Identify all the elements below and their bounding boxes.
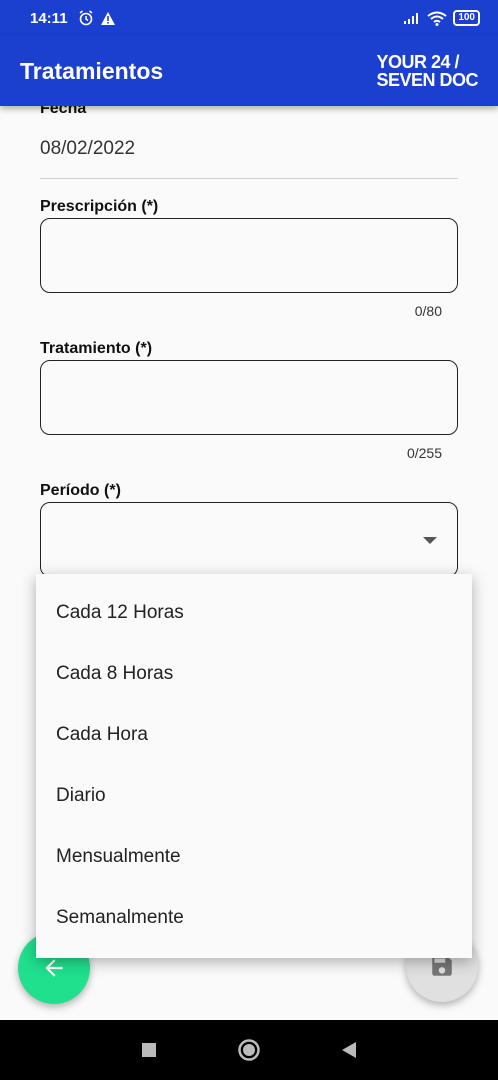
dropdown-option-cada-12-horas[interactable]: Cada 12 Horas xyxy=(36,582,472,643)
square-icon[interactable] xyxy=(141,1042,157,1058)
prescription-input[interactable] xyxy=(40,218,458,293)
app-bar: Tratamientos YOUR 24 / SEVEN DOC xyxy=(0,36,498,106)
dropdown-option-mensualmente[interactable]: Mensualmente xyxy=(36,826,472,887)
dropdown-option-cada-hora[interactable]: Cada Hora xyxy=(36,704,472,765)
treatment-counter: 0/255 xyxy=(406,445,442,461)
signal-icon xyxy=(404,13,419,24)
date-underline xyxy=(40,178,458,179)
warning-icon xyxy=(100,11,115,25)
page-title: Tratamientos xyxy=(20,57,164,84)
status-time: 14:11 xyxy=(30,9,68,27)
alarm-icon xyxy=(79,10,93,26)
period-dropdown-menu: Cada 12 Horas Cada 8 Horas Cada Hora Dia… xyxy=(36,574,472,958)
caret-down-icon[interactable] xyxy=(423,537,437,544)
dropdown-option-diario[interactable]: Diario xyxy=(36,765,472,826)
dropdown-option-cada-8-horas[interactable]: Cada 8 Horas xyxy=(36,643,472,704)
dropdown-option-semanalmente[interactable]: Semanalmente xyxy=(36,887,472,948)
triangle-back-icon[interactable] xyxy=(341,1041,357,1059)
system-nav-bar xyxy=(0,1020,498,1080)
prescription-label: Prescripción (*) xyxy=(40,198,159,215)
brand-logo: YOUR 24 / SEVEN DOC xyxy=(376,53,478,89)
treatment-input[interactable] xyxy=(40,360,458,435)
battery-icon: 100 xyxy=(453,10,480,26)
treatment-label: Tratamiento (*) xyxy=(40,340,153,357)
period-select[interactable] xyxy=(40,502,458,577)
wifi-icon xyxy=(427,11,447,26)
logo-line-1: YOUR 24 / xyxy=(376,52,459,72)
logo-line-2: SEVEN DOC xyxy=(376,70,478,90)
circle-icon[interactable] xyxy=(237,1038,261,1062)
prescription-counter: 0/80 xyxy=(414,303,442,319)
date-field[interactable]: 08/02/2022 xyxy=(40,138,135,160)
status-bar: 14:11 100 xyxy=(0,0,498,36)
period-label: Período (*) xyxy=(40,482,121,499)
arrow-left-icon xyxy=(45,959,63,977)
